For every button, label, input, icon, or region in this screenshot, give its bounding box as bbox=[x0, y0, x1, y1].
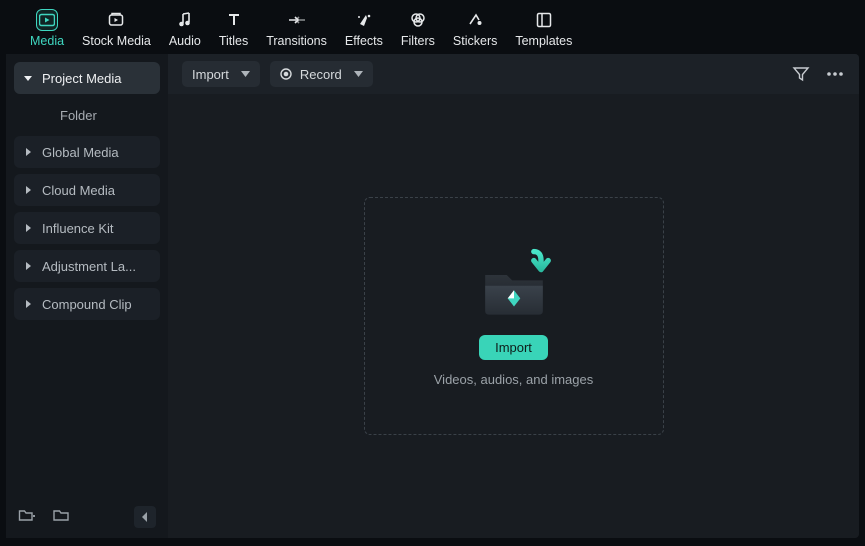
tab-audio[interactable]: Audio bbox=[169, 9, 201, 48]
folder-illustration bbox=[469, 245, 559, 323]
tab-transitions[interactable]: Transitions bbox=[266, 9, 327, 48]
sidebar-item-label: Folder bbox=[60, 108, 97, 123]
sidebar-item-adjustment-layer[interactable]: Adjustment La... bbox=[14, 250, 160, 282]
sidebar: Project Media Folder Global Media Cloud … bbox=[6, 54, 168, 538]
tab-templates[interactable]: Templates bbox=[515, 9, 572, 48]
tab-titles-label: Titles bbox=[219, 34, 248, 48]
tab-media-label: Media bbox=[30, 34, 64, 48]
media-icon bbox=[36, 9, 58, 31]
tab-stickers-label: Stickers bbox=[453, 34, 497, 48]
tab-media[interactable]: Media bbox=[30, 9, 64, 48]
sidebar-item-compound-clip[interactable]: Compound Clip bbox=[14, 288, 160, 320]
record-label: Record bbox=[300, 67, 342, 82]
chevron-right-icon bbox=[24, 224, 32, 232]
chevron-right-icon bbox=[24, 300, 32, 308]
tab-filters[interactable]: Filters bbox=[401, 9, 435, 48]
folder-icon[interactable] bbox=[52, 507, 72, 527]
sidebar-item-label: Project Media bbox=[42, 71, 121, 86]
top-tabs: Media Stock Media Audio Titles Transitio… bbox=[0, 0, 865, 54]
content-area: Import Record bbox=[168, 54, 859, 538]
chevron-right-icon bbox=[24, 186, 32, 194]
sidebar-item-global-media[interactable]: Global Media bbox=[14, 136, 160, 168]
tab-stock-media[interactable]: Stock Media bbox=[82, 9, 151, 48]
chevron-down-icon bbox=[354, 71, 363, 77]
audio-icon bbox=[174, 9, 196, 31]
sidebar-item-label: Compound Clip bbox=[42, 297, 132, 312]
stickers-icon bbox=[464, 9, 486, 31]
sidebar-item-label: Influence Kit bbox=[42, 221, 114, 236]
chevron-right-icon bbox=[24, 262, 32, 270]
chevron-down-icon bbox=[24, 74, 32, 82]
new-folder-icon[interactable] bbox=[18, 507, 38, 527]
effects-icon bbox=[353, 9, 375, 31]
sidebar-item-folder[interactable]: Folder bbox=[14, 100, 160, 130]
filters-icon bbox=[407, 9, 429, 31]
content-toolbar: Import Record bbox=[168, 54, 859, 94]
tab-audio-label: Audio bbox=[169, 34, 201, 48]
record-dropdown[interactable]: Record bbox=[270, 61, 373, 87]
import-dropzone[interactable]: Import Videos, audios, and images bbox=[364, 197, 664, 435]
titles-icon bbox=[223, 9, 245, 31]
record-icon bbox=[280, 68, 292, 80]
sidebar-item-influence-kit[interactable]: Influence Kit bbox=[14, 212, 160, 244]
tab-templates-label: Templates bbox=[515, 34, 572, 48]
chevron-down-icon bbox=[241, 71, 250, 77]
tab-transitions-label: Transitions bbox=[266, 34, 327, 48]
tab-stickers[interactable]: Stickers bbox=[453, 9, 497, 48]
templates-icon bbox=[533, 9, 555, 31]
filter-icon[interactable] bbox=[791, 64, 811, 84]
sidebar-item-cloud-media[interactable]: Cloud Media bbox=[14, 174, 160, 206]
import-label: Import bbox=[192, 67, 229, 82]
sidebar-item-label: Global Media bbox=[42, 145, 119, 160]
sidebar-item-label: Cloud Media bbox=[42, 183, 115, 198]
import-button[interactable]: Import bbox=[479, 335, 548, 360]
sidebar-footer bbox=[14, 502, 160, 530]
tab-effects-label: Effects bbox=[345, 34, 383, 48]
more-options-icon[interactable] bbox=[825, 64, 845, 84]
stock-media-icon bbox=[105, 9, 127, 31]
collapse-sidebar-button[interactable] bbox=[134, 506, 156, 528]
tab-filters-label: Filters bbox=[401, 34, 435, 48]
tab-effects[interactable]: Effects bbox=[345, 9, 383, 48]
sidebar-item-project-media[interactable]: Project Media bbox=[14, 62, 160, 94]
tab-stock-media-label: Stock Media bbox=[82, 34, 151, 48]
tab-titles[interactable]: Titles bbox=[219, 9, 248, 48]
chevron-right-icon bbox=[24, 148, 32, 156]
transitions-icon bbox=[286, 9, 308, 31]
sidebar-item-label: Adjustment La... bbox=[42, 259, 136, 274]
dropzone-hint: Videos, audios, and images bbox=[434, 372, 593, 387]
import-dropdown[interactable]: Import bbox=[182, 61, 260, 87]
